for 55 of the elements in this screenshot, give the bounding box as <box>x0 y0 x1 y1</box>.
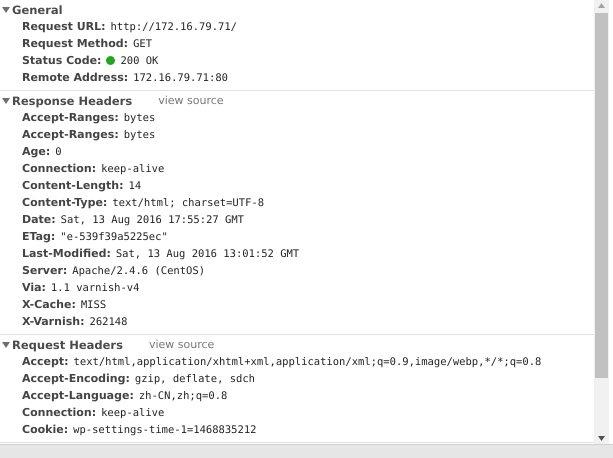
header-name: Request URL: <box>22 20 106 33</box>
header-name: Accept-Encoding: <box>22 372 130 385</box>
header-name: Date: <box>22 213 56 226</box>
vertical-scrollbar[interactable] <box>594 0 609 444</box>
header-value: keep-alive <box>101 406 164 418</box>
header-value: keep-alive <box>101 162 164 174</box>
header-name: ETag: <box>22 230 56 243</box>
header-name: X-Cache: <box>22 298 76 311</box>
header-name: Remote Address: <box>22 71 128 84</box>
header-value: MISS <box>80 298 106 310</box>
header-name: Status Code: <box>22 54 102 67</box>
disclosure-triangle-icon[interactable] <box>2 340 10 348</box>
header-value: gzip, deflate, sdch <box>134 372 255 384</box>
header-value: Sat, 13 Aug 2016 17:55:27 GMT <box>60 214 244 226</box>
header-value: bytes <box>124 128 156 140</box>
header-name: Age: <box>22 145 50 158</box>
header-name: Via: <box>22 281 46 294</box>
header-value: wp-settings-time-1=1468835212 <box>73 424 256 436</box>
header-name: Connection: <box>22 406 96 419</box>
header-value: "e-539f39a5225ec" <box>60 230 168 242</box>
view-source-link[interactable]: view source <box>148 338 214 351</box>
header-name: Content-Type: <box>22 196 108 209</box>
header-value: zh-CN,zh;q=0.8 <box>138 390 228 402</box>
disclosure-triangle-icon[interactable] <box>2 6 10 14</box>
header-value: GET <box>133 38 152 50</box>
header-name: Content-Length: <box>22 179 124 192</box>
disclosure-triangle-icon[interactable] <box>2 96 10 104</box>
header-name: Last-Modified: <box>22 247 111 260</box>
header-name: Server: <box>22 264 68 277</box>
header-value: text/html,application/xhtml+xml,application/xml;q=0.9,image/webp,*/*;q=0.8 <box>74 356 542 368</box>
header-value: text/html; charset=UTF-8 <box>112 196 264 208</box>
section-title[interactable]: General <box>12 2 63 16</box>
header-value: 200 OK <box>120 54 158 66</box>
header-name: Accept-Ranges: <box>22 111 119 124</box>
scrollbar-thumb[interactable] <box>595 13 608 378</box>
header-name: Cookie: <box>22 423 68 436</box>
header-value: 14 <box>128 180 142 192</box>
header-value: bytes <box>124 112 156 124</box>
header-name: Accept-Ranges: <box>22 128 119 141</box>
header-value: Apache/2.4.6 (CentOS) <box>72 264 206 276</box>
section-title[interactable]: Request Headers <box>12 338 123 352</box>
header-value: 172.16.79.71:80 <box>133 72 228 84</box>
header-value: Sat, 13 Aug 2016 13:01:52 GMT <box>116 248 300 260</box>
header-value: 262148 <box>90 316 128 328</box>
header-value: http://172.16.79.71/ <box>110 20 237 32</box>
view-source-link[interactable]: view source <box>158 94 224 107</box>
header-name: Request Method: <box>22 37 128 50</box>
scroll-down-arrow-icon[interactable] <box>598 436 605 441</box>
header-name: Accept-Language: <box>22 389 134 402</box>
header-name: Accept: <box>22 355 69 368</box>
section-title[interactable]: Response Headers <box>12 94 132 108</box>
header-value: 1.1 varnish-v4 <box>50 282 140 294</box>
header-name: Connection: <box>22 162 96 175</box>
header-name: X-Varnish: <box>22 315 84 328</box>
header-value: 0 <box>55 146 62 158</box>
